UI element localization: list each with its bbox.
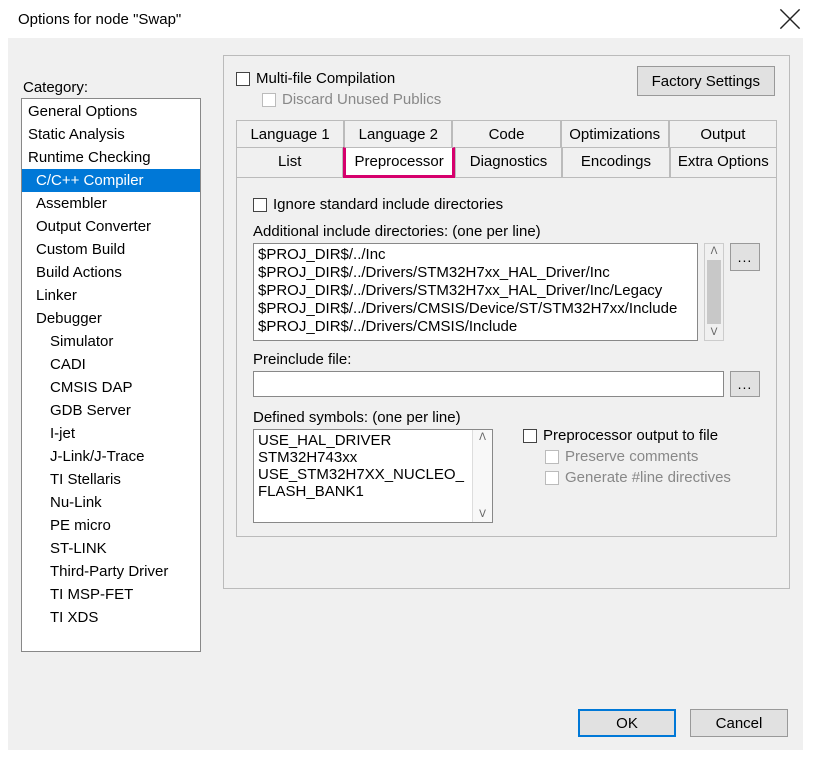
category-item[interactable]: Nu-Link	[22, 491, 200, 514]
category-item[interactable]: TI XDS	[22, 606, 200, 629]
tab-optimizations[interactable]: Optimizations	[561, 120, 669, 148]
category-item[interactable]: Output Converter	[22, 215, 200, 238]
preproc-output-label: Preprocessor output to file	[543, 427, 718, 444]
close-icon[interactable]	[779, 8, 801, 30]
preserve-comments-checkbox	[545, 450, 559, 464]
discard-unused-label: Discard Unused Publics	[282, 91, 441, 108]
include-line[interactable]: $PROJ_DIR$/../Drivers/STM32H7xx_HAL_Driv…	[258, 282, 693, 300]
defined-symbol-line[interactable]: USE_HAL_DRIVER	[258, 432, 492, 449]
multi-file-checkbox[interactable]	[236, 72, 250, 86]
scroll-down-icon[interactable]: ᐯ	[711, 325, 718, 340]
ignore-std-checkbox[interactable]	[253, 198, 267, 212]
category-item[interactable]: PE micro	[22, 514, 200, 537]
category-item[interactable]: Simulator	[22, 330, 200, 353]
window-title: Options for node "Swap"	[18, 11, 181, 28]
category-item[interactable]: C/C++ Compiler	[22, 169, 200, 192]
defined-symbol-line[interactable]: FLASH_BANK1	[258, 483, 492, 500]
category-item[interactable]: ST-LINK	[22, 537, 200, 560]
include-line[interactable]: $PROJ_DIR$/../Drivers/STM32H7xx_HAL_Driv…	[258, 264, 693, 282]
category-item[interactable]: TI Stellaris	[22, 468, 200, 491]
gen-line-checkbox	[545, 471, 559, 485]
category-item[interactable]: Custom Build	[22, 238, 200, 261]
defined-label: Defined symbols: (one per line)	[253, 409, 493, 426]
category-item[interactable]: Third-Party Driver	[22, 560, 200, 583]
include-line[interactable]: $PROJ_DIR$/../Inc	[258, 246, 693, 264]
multi-file-label: Multi-file Compilation	[256, 70, 395, 87]
category-label: Category:	[23, 79, 201, 96]
tab-preprocessor[interactable]: Preprocessor	[343, 147, 454, 178]
category-item[interactable]: Static Analysis	[22, 123, 200, 146]
tab-extra-options[interactable]: Extra Options	[670, 147, 777, 178]
category-list[interactable]: General OptionsStatic AnalysisRuntime Ch…	[21, 98, 201, 652]
cancel-button[interactable]: Cancel	[690, 709, 788, 737]
scroll-up-icon[interactable]: ᐱ	[479, 430, 486, 445]
category-item[interactable]: Build Actions	[22, 261, 200, 284]
defined-symbols-textbox[interactable]: USE_HAL_DRIVERSTM32H743xxUSE_STM32H7XX_N…	[253, 429, 493, 523]
category-item[interactable]: I-jet	[22, 422, 200, 445]
include-line[interactable]: $PROJ_DIR$/../Drivers/CMSIS/Include	[258, 318, 693, 336]
category-item[interactable]: General Options	[22, 100, 200, 123]
category-item[interactable]: Assembler	[22, 192, 200, 215]
tab-encodings[interactable]: Encodings	[562, 147, 669, 178]
tab-diagnostics[interactable]: Diagnostics	[455, 147, 562, 178]
tab-language-2[interactable]: Language 2	[344, 120, 452, 148]
category-item[interactable]: Runtime Checking	[22, 146, 200, 169]
gen-line-label: Generate #line directives	[565, 469, 731, 486]
ignore-std-label: Ignore standard include directories	[273, 196, 503, 213]
tab-list[interactable]: List	[236, 147, 343, 178]
ok-button[interactable]: OK	[578, 709, 676, 737]
tab-code[interactable]: Code	[452, 120, 560, 148]
category-item[interactable]: CMSIS DAP	[22, 376, 200, 399]
tab-language-1[interactable]: Language 1	[236, 120, 344, 148]
defined-symbol-line[interactable]: STM32H743xx	[258, 449, 492, 466]
category-item[interactable]: J-Link/J-Trace	[22, 445, 200, 468]
scroll-down-icon[interactable]: ᐯ	[479, 507, 486, 522]
category-item[interactable]: CADI	[22, 353, 200, 376]
factory-settings-button[interactable]: Factory Settings	[637, 66, 775, 96]
scrollbar[interactable]: ᐱ ᐯ	[472, 430, 492, 522]
category-item[interactable]: TI MSP-FET	[22, 583, 200, 606]
browse-preinclude-button[interactable]: ...	[730, 371, 760, 397]
preinclude-label: Preinclude file:	[253, 351, 760, 368]
include-line[interactable]: $PROJ_DIR$/../Drivers/CMSIS/Device/ST/ST…	[258, 300, 693, 318]
category-item[interactable]: Debugger	[22, 307, 200, 330]
addl-include-textbox[interactable]: $PROJ_DIR$/../Inc$PROJ_DIR$/../Drivers/S…	[253, 243, 698, 341]
scrollbar[interactable]: ᐱ ᐯ	[704, 243, 724, 341]
addl-include-label: Additional include directories: (one per…	[253, 223, 760, 240]
scroll-up-icon[interactable]: ᐱ	[711, 244, 718, 259]
preinclude-input[interactable]	[253, 371, 724, 397]
browse-include-button[interactable]: ...	[730, 243, 760, 271]
preserve-comments-label: Preserve comments	[565, 448, 698, 465]
preproc-output-checkbox[interactable]	[523, 429, 537, 443]
category-item[interactable]: Linker	[22, 284, 200, 307]
discard-unused-checkbox	[262, 93, 276, 107]
category-item[interactable]: GDB Server	[22, 399, 200, 422]
tab-output[interactable]: Output	[669, 120, 777, 148]
defined-symbol-line[interactable]: USE_STM32H7XX_NUCLEO_	[258, 466, 492, 483]
